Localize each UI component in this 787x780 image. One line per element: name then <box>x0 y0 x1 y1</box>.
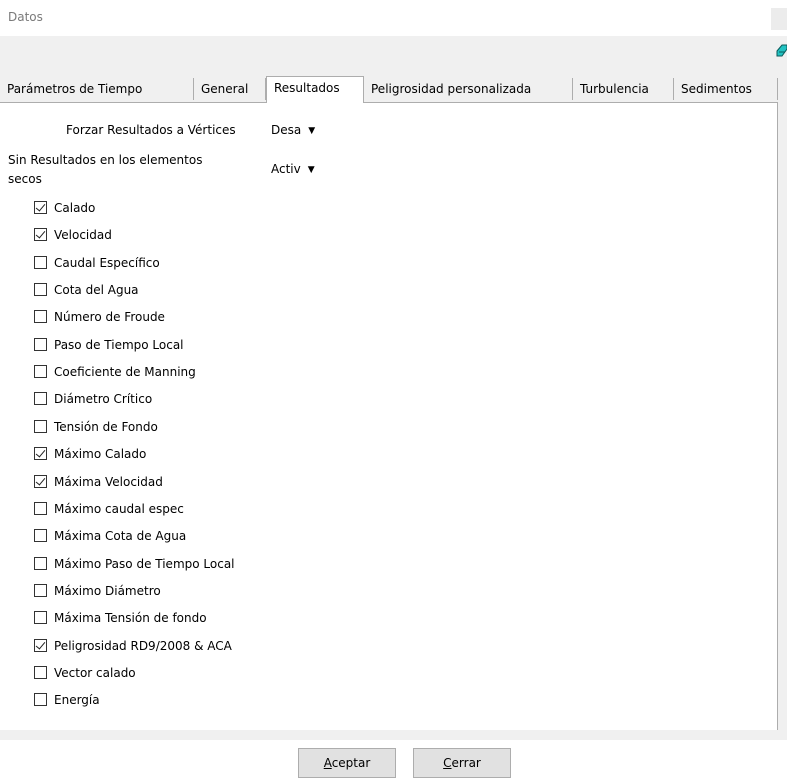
window-title: Datos <box>8 10 43 24</box>
checkbox[interactable] <box>34 475 47 488</box>
dry-elements-value: Activ <box>271 162 301 176</box>
checkbox[interactable] <box>34 693 47 706</box>
checkbox[interactable] <box>34 392 47 405</box>
chevron-down-icon: ▼ <box>308 126 316 136</box>
checkbox-label: Máximo caudal espec <box>54 502 184 516</box>
checkbox[interactable] <box>34 502 47 515</box>
checkbox-label: Coeficiente de Manning <box>54 365 196 379</box>
checkbox-label: Número de Froude <box>54 310 165 324</box>
dry-elements-dropdown[interactable]: Activ ▼ <box>271 162 315 176</box>
checkbox[interactable] <box>34 666 47 679</box>
checkbox[interactable] <box>34 529 47 542</box>
checkbox-label: Calado <box>54 201 96 215</box>
checkbox-label: Caudal Específico <box>54 256 160 270</box>
checkbox-label: Tensión de Fondo <box>54 420 158 434</box>
checkbox[interactable] <box>34 256 47 269</box>
checkbox[interactable] <box>34 584 47 597</box>
tab-turbulencia[interactable]: Turbulencia <box>573 78 674 100</box>
dry-elements-label-line2: secos <box>8 172 42 186</box>
dry-elements-label-line1: Sin Resultados en los elementos <box>8 153 203 167</box>
accept-button[interactable]: Aceptar <box>298 748 396 778</box>
tab-parametros-de-tiempo[interactable]: Parámetros de Tiempo <box>0 78 194 100</box>
tab-resultados[interactable]: Resultados <box>266 76 364 103</box>
chevron-down-icon: ▼ <box>307 165 315 175</box>
window-control-button[interactable] <box>771 8 787 30</box>
checkbox-label: Paso de Tiempo Local <box>54 338 184 352</box>
tab-strip: Parámetros de Tiempo General Resultados … <box>0 76 787 103</box>
checkbox[interactable] <box>34 283 47 296</box>
tab-peligrosidad-personalizada[interactable]: Peligrosidad personalizada <box>364 78 573 100</box>
checkbox[interactable] <box>34 557 47 570</box>
checkbox-label: Energía <box>54 693 100 707</box>
checkbox-label: Máximo Paso de Tiempo Local <box>54 557 235 571</box>
checkbox[interactable] <box>34 365 47 378</box>
resultados-panel <box>0 102 778 730</box>
close-button[interactable]: Cerrar <box>413 748 511 778</box>
checkbox-label: Máximo Calado <box>54 447 147 461</box>
eraser-icon[interactable] <box>776 44 787 57</box>
checkbox[interactable] <box>34 420 47 433</box>
checkbox-label: Máxima Tensión de fondo <box>54 611 207 625</box>
checkbox-label: Peligrosidad RD9/2008 & ACA <box>54 639 232 653</box>
checkbox-label: Máxima Cota de Agua <box>54 529 187 543</box>
checkbox[interactable] <box>34 228 47 241</box>
checkbox-label: Máxima Velocidad <box>54 475 163 489</box>
checkbox[interactable] <box>34 201 47 214</box>
checkbox[interactable] <box>34 611 47 624</box>
checkbox[interactable] <box>34 639 47 652</box>
checkbox-label: Vector calado <box>54 666 136 680</box>
tab-sedimentos[interactable]: Sedimentos <box>674 78 778 100</box>
tab-general[interactable]: General <box>194 78 266 100</box>
checkbox-label: Diámetro Crítico <box>54 392 153 406</box>
checkbox[interactable] <box>34 338 47 351</box>
force-results-value: Desa <box>271 123 302 137</box>
checkbox[interactable] <box>34 310 47 323</box>
force-results-label: Forzar Resultados a Vértices <box>66 123 236 137</box>
checkbox-label: Cota del Agua <box>54 283 139 297</box>
title-bar: Datos <box>0 0 787 36</box>
checkbox-label: Velocidad <box>54 228 112 242</box>
checkbox-label: Máximo Diámetro <box>54 584 161 598</box>
force-results-dropdown[interactable]: Desa ▼ <box>271 123 315 137</box>
checkbox[interactable] <box>34 447 47 460</box>
